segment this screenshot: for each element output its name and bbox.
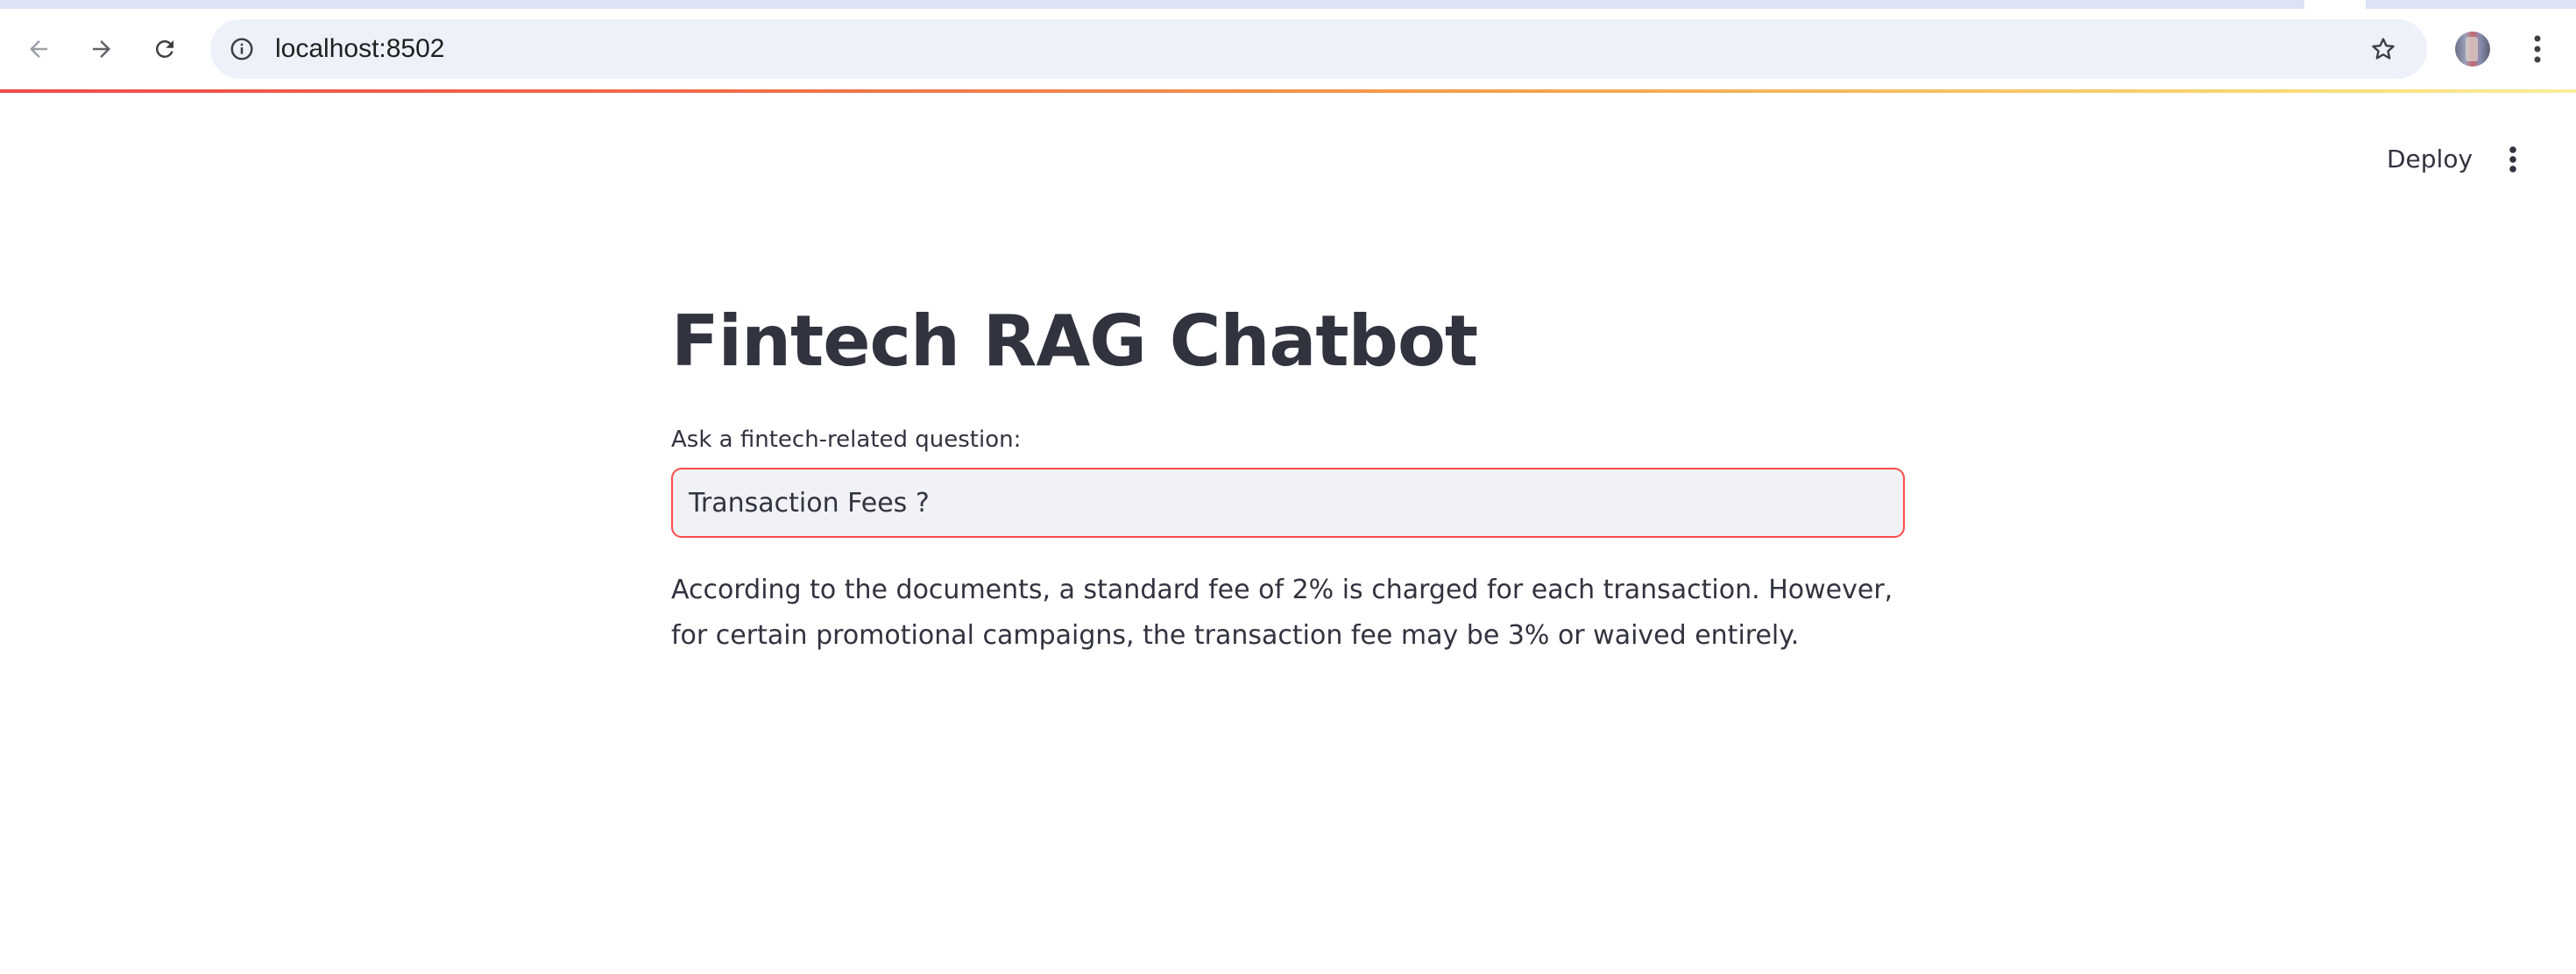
question-input[interactable] bbox=[671, 468, 1905, 538]
arrow-left-icon bbox=[30, 40, 47, 58]
arrow-right-icon bbox=[93, 40, 110, 58]
info-icon[interactable] bbox=[224, 32, 259, 67]
browser-menu-button[interactable] bbox=[2520, 26, 2555, 72]
reload-icon bbox=[155, 39, 173, 58]
answer-text: According to the documents, a standard f… bbox=[671, 575, 1893, 651]
star-icon[interactable] bbox=[2366, 32, 2401, 67]
tab-strip bbox=[0, 0, 2576, 9]
vertical-dots-icon bbox=[2534, 35, 2541, 63]
vertical-dots-icon bbox=[2509, 146, 2516, 173]
app-header: Deploy bbox=[0, 93, 2576, 215]
avatar[interactable] bbox=[2455, 32, 2490, 67]
active-tab-edge bbox=[2304, 0, 2366, 9]
page-title: Fintech RAG Chatbot bbox=[671, 300, 1478, 382]
browser-chrome: localhost:8502 bbox=[0, 0, 2576, 91]
url-text[interactable]: localhost:8502 bbox=[275, 19, 444, 79]
app-menu-button[interactable] bbox=[2488, 135, 2537, 184]
main-content: Fintech RAG Chatbot Ask a fintech-relate… bbox=[671, 289, 1905, 659]
deploy-button[interactable]: Deploy bbox=[2371, 131, 2488, 187]
forward-button[interactable] bbox=[79, 26, 124, 72]
question-label: Ask a fintech-related question: bbox=[671, 427, 1022, 453]
back-button[interactable] bbox=[16, 26, 61, 72]
reload-button[interactable] bbox=[142, 26, 188, 72]
address-bar[interactable]: localhost:8502 bbox=[210, 19, 2427, 79]
